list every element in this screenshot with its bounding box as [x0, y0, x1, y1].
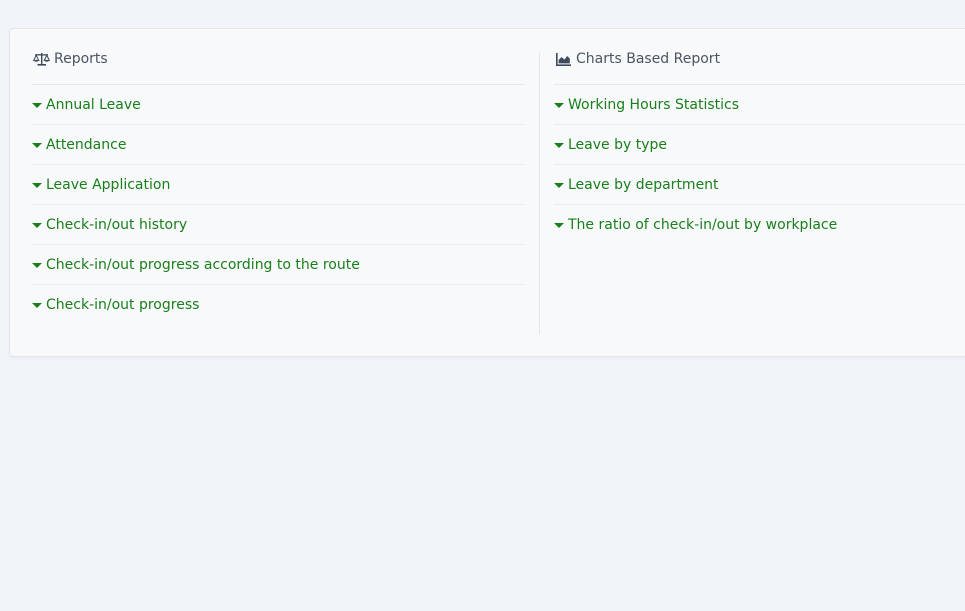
list-item[interactable]: Working Hours Statistics [554, 85, 965, 125]
caret-down-icon [32, 102, 42, 108]
list-item[interactable]: Check-in/out progress [32, 285, 525, 325]
caret-down-icon [554, 102, 564, 108]
report-link[interactable]: Check-in/out progress [46, 297, 199, 313]
caret-down-icon [32, 222, 42, 228]
report-link[interactable]: Attendance [46, 137, 126, 153]
list-item[interactable]: Attendance [32, 125, 525, 165]
caret-down-icon [32, 303, 42, 308]
chart-report-link[interactable]: Leave by department [568, 177, 719, 193]
section-title: Charts Based Report [576, 51, 721, 67]
chart-report-link[interactable]: Leave by type [568, 137, 667, 153]
caret-down-icon [32, 142, 42, 148]
column-divider [539, 52, 540, 334]
chart-report-link[interactable]: The ratio of check-in/out by workplace [568, 217, 837, 233]
list-item[interactable]: Leave by department [554, 165, 965, 205]
reports-list: Annual Leave Attendance Leave Applicatio… [32, 85, 525, 325]
balance-scale-icon [32, 51, 50, 67]
section-title: Reports [54, 51, 108, 67]
list-item[interactable]: Leave by type [554, 125, 965, 165]
caret-down-icon [32, 262, 42, 268]
report-link[interactable]: Check-in/out progress according to the r… [46, 257, 360, 273]
list-item[interactable]: Check-in/out progress according to the r… [32, 245, 525, 285]
charts-list: Working Hours Statistics Leave by type L… [554, 85, 965, 245]
area-chart-icon [554, 51, 572, 67]
list-item[interactable]: Leave Application [32, 165, 525, 205]
list-item[interactable]: Annual Leave [32, 85, 525, 125]
report-link[interactable]: Annual Leave [46, 97, 141, 113]
list-item[interactable]: The ratio of check-in/out by workplace [554, 205, 965, 245]
caret-down-icon [554, 142, 564, 148]
reports-card: Reports Annual Leave Attendance Leave Ap… [9, 28, 965, 357]
reports-header: Reports [32, 29, 525, 85]
list-item[interactable]: Check-in/out history [32, 205, 525, 245]
chart-report-link[interactable]: Working Hours Statistics [568, 97, 739, 113]
charts-column: Charts Based Report Working Hours Statis… [554, 29, 965, 245]
caret-down-icon [32, 182, 42, 188]
caret-down-icon [554, 223, 564, 228]
charts-header: Charts Based Report [554, 29, 965, 85]
report-link[interactable]: Check-in/out history [46, 217, 187, 233]
caret-down-icon [554, 182, 564, 188]
reports-column: Reports Annual Leave Attendance Leave Ap… [32, 29, 525, 325]
report-link[interactable]: Leave Application [46, 177, 170, 193]
